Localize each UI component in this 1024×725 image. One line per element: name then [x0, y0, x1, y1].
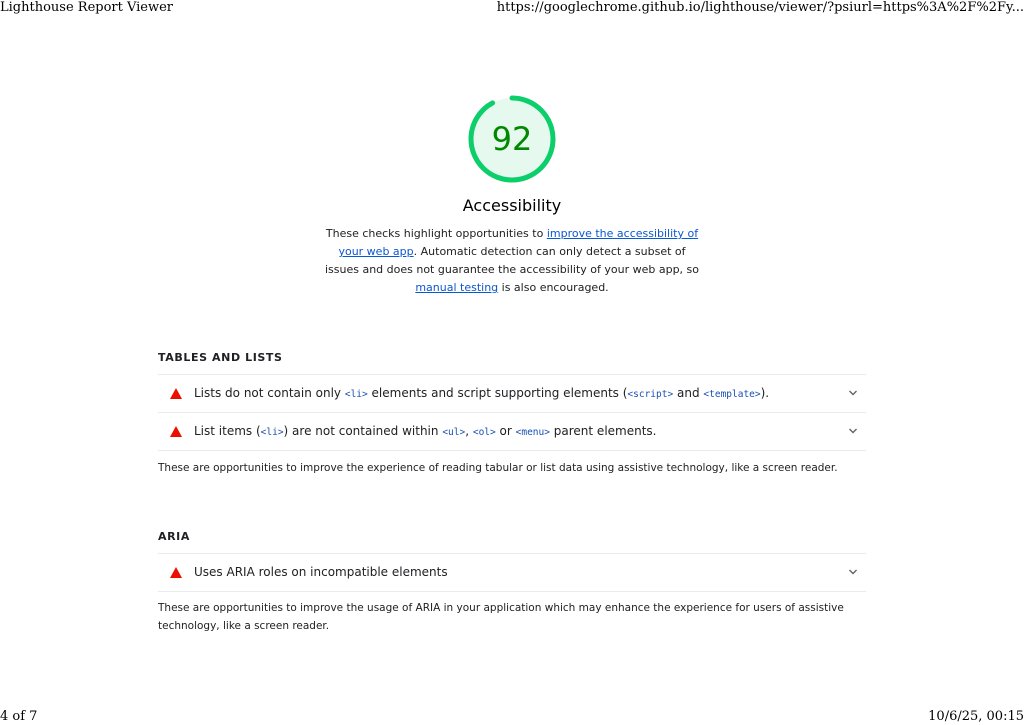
score-gauge: 92 [467, 94, 557, 184]
chevron-down-icon[interactable] [848, 426, 858, 436]
code-ul: <ul> [442, 427, 466, 438]
audit-title: Uses ARIA roles on incompatible elements [194, 565, 448, 579]
group-description-tables-and-lists: These are opportunities to improve the e… [158, 462, 838, 474]
audit-list-content[interactable]: Lists do not contain only <li> elements … [158, 374, 866, 412]
fail-triangle-icon [170, 567, 182, 578]
chevron-down-icon[interactable] [848, 388, 858, 398]
audit-title: Lists do not contain only <li> elements … [194, 386, 770, 400]
fail-triangle-icon [170, 388, 182, 399]
print-footer-page: 4 of 7 [0, 709, 38, 724]
print-header-url: https://googlechrome.github.io/lighthous… [496, 0, 1024, 15]
fail-triangle-icon [170, 426, 182, 437]
group-description-aria: These are opportunities to improve the u… [158, 602, 844, 632]
group-title-tables-and-lists: TABLES AND LISTS [158, 351, 283, 364]
category-description: These checks highlight opportunities to … [322, 225, 702, 297]
code-li: <li> [344, 389, 368, 400]
audit-listitem-parent[interactable]: List items (<li>) are not contained with… [158, 412, 866, 451]
print-footer-datetime: 10/6/25, 00:15 [928, 709, 1024, 724]
score-value: 92 [491, 120, 533, 158]
group-title-aria: ARIA [158, 530, 190, 543]
category-title: Accessibility [462, 196, 562, 215]
code-script: <script> [627, 389, 674, 400]
audit-title: List items (<li>) are not contained with… [194, 424, 657, 438]
manual-testing-link[interactable]: manual testing [415, 281, 498, 294]
code-template: <template> [703, 389, 761, 400]
audit-aria-roles[interactable]: Uses ARIA roles on incompatible elements [158, 553, 866, 592]
chevron-down-icon[interactable] [848, 567, 858, 577]
code-li: <li> [260, 427, 284, 438]
category-desc-text-3: is also encouraged. [498, 281, 609, 294]
category-desc-text-1: These checks highlight opportunities to [325, 227, 547, 240]
code-menu: <menu> [515, 427, 550, 438]
code-ol: <ol> [472, 427, 496, 438]
print-header-title: Lighthouse Report Viewer [0, 0, 174, 15]
